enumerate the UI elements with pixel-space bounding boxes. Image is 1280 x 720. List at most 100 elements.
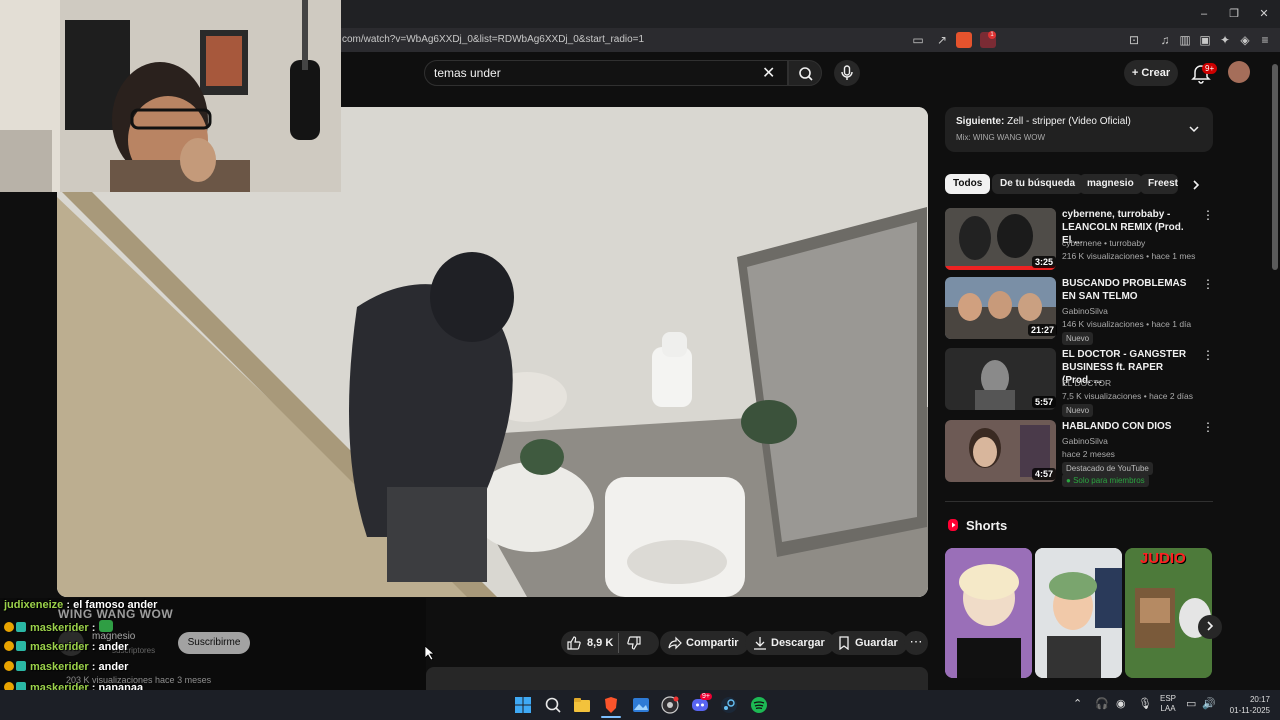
share-button[interactable]: Compartir bbox=[660, 631, 749, 655]
chevron-down-icon bbox=[1189, 126, 1199, 133]
chat-separator: : bbox=[88, 640, 99, 653]
video-title[interactable]: BUSCANDO PROBLEMAS EN SAN TELMO bbox=[1062, 277, 1194, 303]
taskbar-search-icon[interactable] bbox=[543, 695, 563, 715]
video-channel[interactable]: EL DOCTOR bbox=[1062, 378, 1111, 388]
clock[interactable]: 20:17 01-11-2025 bbox=[1222, 694, 1270, 716]
sidebar-toggle-icon[interactable]: ▥ bbox=[1177, 32, 1193, 48]
chat-text: ander bbox=[98, 640, 129, 653]
spotify-icon[interactable] bbox=[749, 695, 769, 715]
subscriber-badge-icon bbox=[16, 621, 26, 632]
search-icon bbox=[799, 67, 813, 81]
photos-app-icon[interactable] bbox=[631, 695, 651, 715]
network-icon[interactable]: ▭ bbox=[1186, 697, 1196, 710]
steam-tray-icon[interactable]: ◉ bbox=[1116, 697, 1126, 710]
mic-tray-icon[interactable]: 🎙 bbox=[1138, 697, 1152, 710]
headset-icon[interactable]: 🎧 bbox=[1095, 697, 1109, 710]
chat-username: maskerider bbox=[30, 621, 89, 634]
cast-icon[interactable]: ▭ bbox=[910, 32, 926, 48]
menu-icon[interactable]: ≡ bbox=[1257, 32, 1273, 48]
file-explorer-icon[interactable] bbox=[572, 695, 592, 715]
brave-shield-icon[interactable] bbox=[956, 32, 972, 48]
leo-icon[interactable]: ✦ bbox=[1217, 32, 1233, 48]
chat-username: maskerider bbox=[30, 661, 89, 674]
chip-from-search[interactable]: De tu búsqueda bbox=[992, 174, 1084, 194]
video-channel[interactable]: GabinoSilva bbox=[1062, 436, 1108, 446]
subscriber-badge-icon bbox=[16, 640, 26, 651]
chips-next-button[interactable] bbox=[1190, 178, 1202, 196]
save-button[interactable]: Guardar bbox=[829, 631, 908, 655]
tray-expand-icon[interactable]: ⌃ bbox=[1073, 697, 1082, 710]
account-avatar[interactable] bbox=[1228, 61, 1250, 83]
notification-count-badge: 9+ bbox=[1202, 63, 1218, 74]
page-scrollbar[interactable] bbox=[1272, 64, 1278, 270]
create-button[interactable]: + Crear bbox=[1124, 60, 1178, 86]
video-duration: 5:57 bbox=[1032, 396, 1057, 408]
short-thumbnail[interactable] bbox=[1125, 548, 1212, 678]
like-button[interactable] bbox=[566, 635, 582, 656]
chip-all[interactable]: Todos bbox=[945, 174, 991, 194]
up-next-title-line: Siguiente: Zell - stripper (Video Oficia… bbox=[956, 116, 1131, 127]
more-actions-button[interactable]: ⋯ bbox=[904, 631, 928, 655]
shorts-next-button[interactable] bbox=[1198, 615, 1222, 639]
screenshot-icon[interactable]: ⊡ bbox=[1126, 32, 1142, 48]
video-menu-button[interactable]: ⋮ bbox=[1202, 277, 1214, 291]
video-menu-button[interactable]: ⋮ bbox=[1202, 348, 1214, 362]
webcam-overlay bbox=[0, 0, 341, 192]
language-indicator[interactable]: ESP LAA bbox=[1160, 694, 1176, 714]
members-only-label: Solo para miembros bbox=[1073, 476, 1145, 485]
shorts-heading: Shorts bbox=[966, 518, 1008, 533]
up-next-label: Siguiente: bbox=[956, 116, 1005, 127]
steam-icon[interactable] bbox=[719, 695, 739, 715]
video-channel[interactable]: cybernene • turrobaby bbox=[1062, 238, 1145, 248]
members-only-badge: ● Solo para miembros bbox=[1062, 474, 1149, 487]
chevron-right-icon bbox=[1193, 180, 1200, 190]
share-label: Compartir bbox=[686, 637, 739, 649]
create-label: Crear bbox=[1141, 67, 1171, 79]
video-channel[interactable]: GabinoSilva bbox=[1062, 306, 1108, 316]
media-icon[interactable]: ♫ bbox=[1157, 32, 1173, 48]
chat-username: judixeneize bbox=[4, 599, 64, 611]
voice-search-button[interactable] bbox=[834, 60, 860, 86]
chip-freestyle[interactable]: Freest bbox=[1140, 174, 1178, 194]
up-next-mix: Mix: WING WANG WOW bbox=[956, 133, 1046, 142]
chat-text: el famoso ander bbox=[73, 599, 158, 611]
save-label: Guardar bbox=[855, 637, 898, 649]
restore-icon[interactable]: ❐ bbox=[1226, 6, 1242, 22]
short-thumbnail[interactable] bbox=[945, 548, 1032, 678]
webcam-image bbox=[0, 0, 341, 192]
new-badge: Nuevo bbox=[1062, 332, 1094, 345]
dislike-button[interactable] bbox=[626, 635, 642, 656]
clear-search-icon[interactable]: ✕ bbox=[762, 63, 775, 83]
clock-date: 01-11-2025 bbox=[1229, 706, 1270, 715]
up-next-panel[interactable] bbox=[945, 107, 1213, 152]
download-label: Descargar bbox=[771, 637, 825, 649]
windows-start-icon[interactable] bbox=[513, 695, 533, 715]
short-thumbnail[interactable] bbox=[1035, 548, 1122, 678]
wallet-icon[interactable]: ▣ bbox=[1197, 32, 1213, 48]
video-meta: 216 K visualizaciones • hace 1 mes bbox=[1062, 251, 1196, 261]
address-bar[interactable]: com/watch?v=WbAg6XXDj_0&list=RDWbAg6XXDj… bbox=[342, 34, 644, 45]
clock-time: 20:17 bbox=[1249, 695, 1270, 704]
active-app-indicator bbox=[601, 716, 621, 718]
video-menu-button[interactable]: ⋮ bbox=[1202, 420, 1214, 434]
share-page-icon[interactable]: ↗ bbox=[934, 32, 950, 48]
microphone-icon bbox=[841, 65, 853, 80]
volume-icon[interactable]: 🔊 bbox=[1202, 697, 1216, 710]
description-box[interactable] bbox=[426, 667, 928, 690]
expand-up-next-button[interactable] bbox=[1187, 122, 1201, 141]
search-button[interactable] bbox=[788, 60, 822, 86]
chat-message: maskerider : ander bbox=[4, 640, 129, 653]
more-vertical-icon: ⋮ bbox=[1202, 208, 1214, 222]
video-title[interactable]: HABLANDO CON DIOS bbox=[1062, 420, 1194, 433]
brave-browser-icon[interactable] bbox=[601, 695, 621, 715]
close-window-icon[interactable]: ✕ bbox=[1256, 6, 1272, 22]
chat-text: ander bbox=[98, 661, 129, 674]
subscriber-badge-icon bbox=[16, 661, 26, 672]
video-menu-button[interactable]: ⋮ bbox=[1202, 208, 1214, 222]
minimize-icon[interactable]: – bbox=[1196, 6, 1212, 22]
obs-icon[interactable] bbox=[660, 695, 680, 715]
vpn-icon[interactable]: ◈ bbox=[1237, 32, 1253, 48]
chip-magnesio[interactable]: magnesio bbox=[1079, 174, 1142, 194]
download-button[interactable]: Descargar bbox=[745, 631, 835, 655]
thumbs-down-icon bbox=[627, 636, 641, 650]
